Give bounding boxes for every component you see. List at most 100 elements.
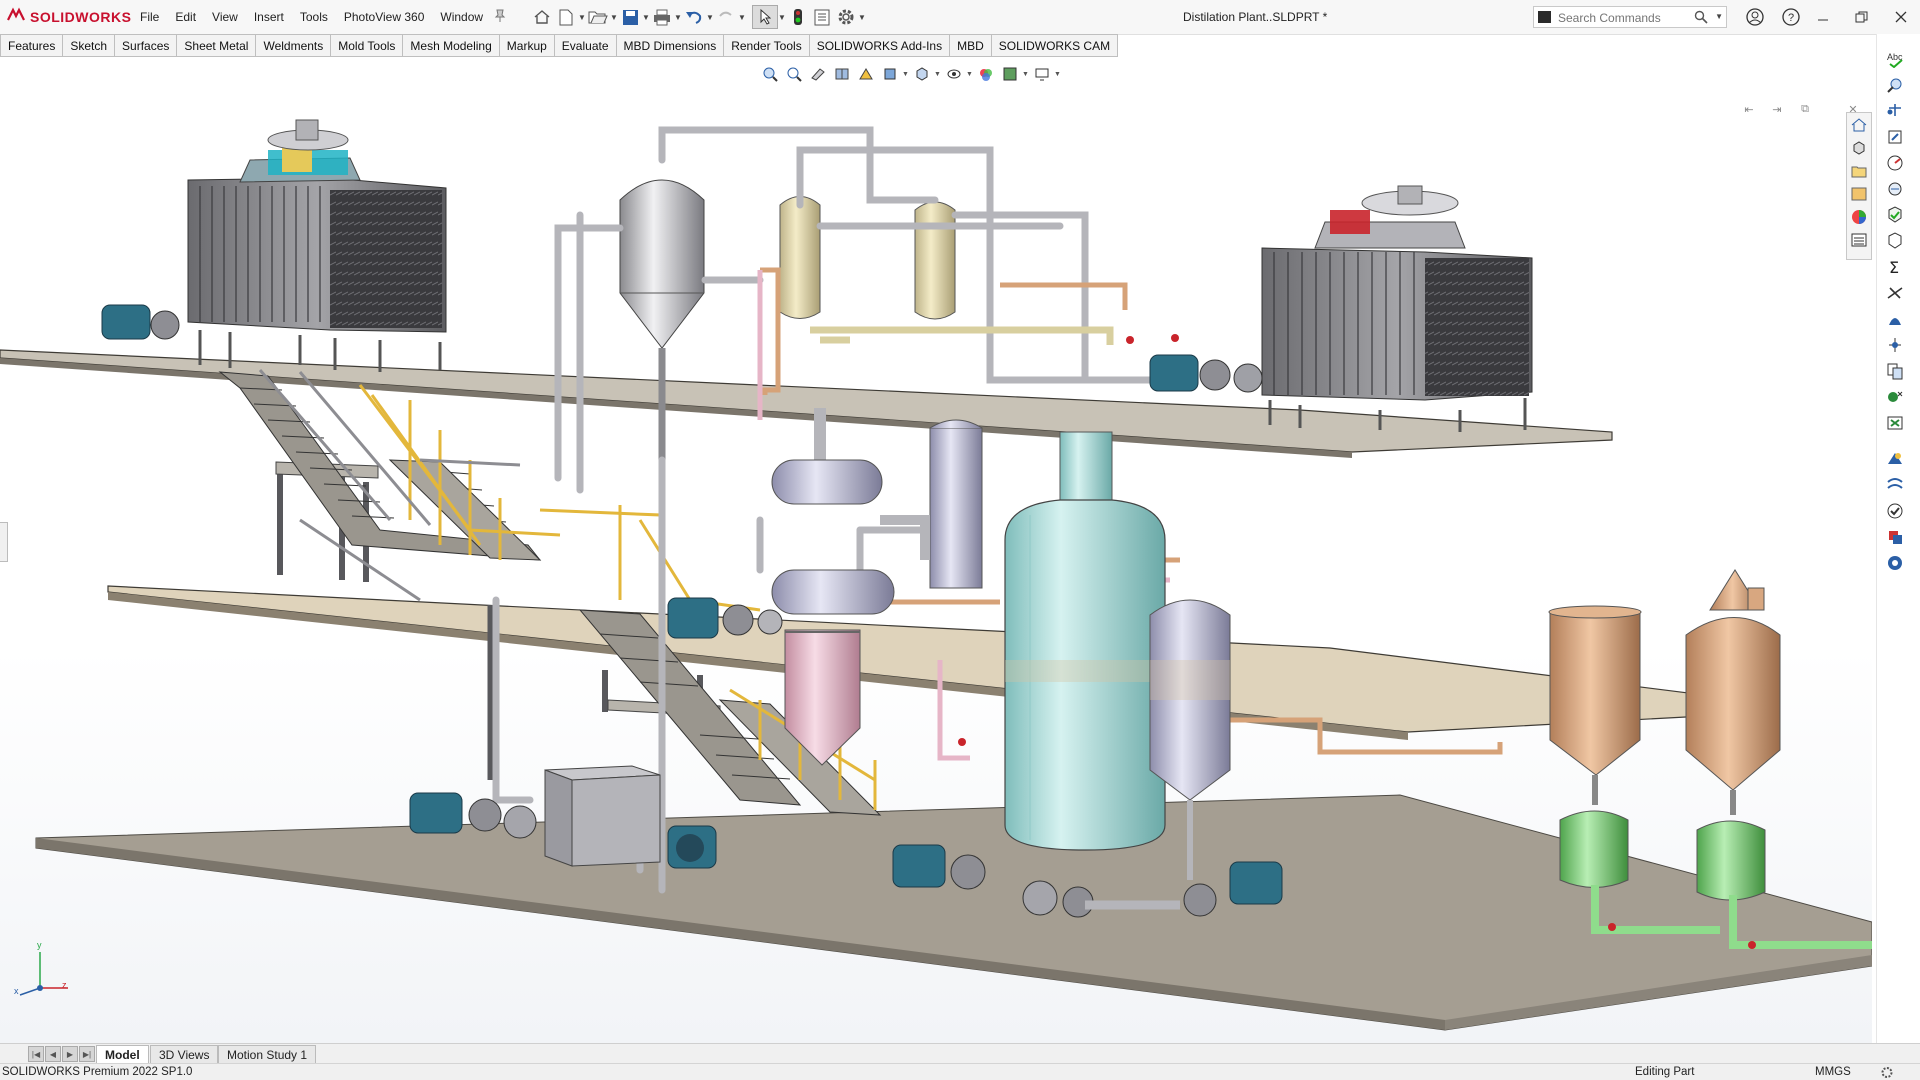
tab-sketch[interactable]: Sketch (63, 34, 116, 57)
view-orientation-icon[interactable] (878, 63, 902, 85)
dynamic-annotation-icon[interactable] (854, 63, 878, 85)
help-icon[interactable]: ? (1780, 7, 1802, 27)
tab-3d-views[interactable]: 3D Views (150, 1045, 219, 1064)
previous-tab-icon[interactable]: ◀ (45, 1046, 61, 1062)
compare-documents-icon[interactable] (1883, 360, 1907, 382)
tab-weldments[interactable]: Weldments (256, 34, 332, 57)
tab-mbd[interactable]: MBD (950, 34, 992, 57)
file-properties-icon[interactable] (810, 6, 834, 28)
design-checker-icon[interactable] (1883, 386, 1907, 408)
3d-view-icon[interactable] (1849, 138, 1869, 158)
traffic-light-icon[interactable] (786, 6, 810, 28)
tab-markup[interactable]: Markup (499, 34, 555, 57)
menu-edit[interactable]: Edit (175, 10, 196, 24)
chevron-down-icon[interactable]: ▼ (1054, 71, 1062, 78)
menu-file[interactable]: File (140, 10, 159, 24)
costing-icon[interactable] (1883, 412, 1907, 434)
draft-analysis-icon[interactable] (1883, 308, 1907, 330)
tab-mesh-modeling[interactable]: Mesh Modeling (403, 34, 500, 57)
chevron-down-icon[interactable]: ▼ (706, 6, 714, 28)
print-icon[interactable] (650, 6, 674, 28)
last-tab-icon[interactable]: ▶| (79, 1046, 95, 1062)
section-view-icon[interactable] (830, 63, 854, 85)
home-icon[interactable] (530, 6, 554, 28)
tab-evaluate[interactable]: Evaluate (554, 34, 617, 57)
menu-window[interactable]: Window (440, 10, 483, 24)
chevron-down-icon[interactable]: ▼ (934, 71, 942, 78)
feature-manager-handle[interactable] (0, 522, 8, 562)
zoom-area-icon[interactable] (782, 63, 806, 85)
plastics-icon[interactable] (1883, 552, 1907, 574)
spell-check-icon[interactable]: Abc (1883, 48, 1907, 70)
mass-properties-icon[interactable] (1883, 100, 1907, 122)
customize-status-icon[interactable] (1880, 1066, 1894, 1080)
validation-check-icon[interactable] (1883, 500, 1907, 522)
menu-view[interactable]: View (212, 10, 238, 24)
chevron-down-icon[interactable]: ▼ (1715, 12, 1723, 21)
pin-menu-icon[interactable] (494, 9, 506, 23)
user-icon[interactable] (1744, 7, 1766, 27)
graphics-area[interactable]: y z x ⇤ ⇥ ⧉ ✕ (0, 58, 1872, 1043)
measure-icon[interactable] (1883, 74, 1907, 96)
select-icon[interactable] (752, 5, 778, 29)
first-tab-icon[interactable]: |◀ (28, 1046, 44, 1062)
hide-show-items-icon[interactable] (942, 63, 966, 85)
chevron-down-icon[interactable]: ▼ (902, 71, 910, 78)
apply-scene-icon[interactable] (998, 63, 1022, 85)
next-tab-icon[interactable]: ▶ (62, 1046, 78, 1062)
symmetry-check-icon[interactable] (1883, 334, 1907, 356)
tab-motion-study-1[interactable]: Motion Study 1 (218, 1045, 317, 1064)
sensor-icon[interactable] (1883, 152, 1907, 174)
previous-view-icon[interactable] (806, 63, 830, 85)
flow-simulation-icon[interactable] (1883, 474, 1907, 496)
menu-photoview[interactable]: PhotoView 360 (344, 10, 425, 24)
tab-mbd-dimensions[interactable]: MBD Dimensions (616, 34, 725, 57)
redo-icon[interactable] (714, 6, 738, 28)
chevron-down-icon[interactable]: ▼ (610, 6, 618, 28)
new-document-icon[interactable] (554, 6, 578, 28)
tab-mold-tools[interactable]: Mold Tools (331, 34, 404, 57)
appearances-icon[interactable] (1849, 207, 1869, 227)
search-icon[interactable] (1694, 10, 1708, 27)
zoom-to-fit-icon[interactable] (758, 63, 782, 85)
open-icon[interactable] (586, 6, 610, 28)
equations-sigma-icon[interactable]: Σ (1883, 256, 1907, 278)
viewport-restore-icon[interactable]: ⧉ (1796, 100, 1814, 118)
home-view-icon[interactable] (1849, 115, 1869, 135)
chevron-down-icon[interactable]: ▼ (966, 71, 974, 78)
file-explorer-icon[interactable] (1849, 161, 1869, 181)
tab-scroll-arrows[interactable]: |◀ ◀ ▶ ▶| (28, 1046, 96, 1062)
chevron-down-icon[interactable]: ▼ (858, 6, 866, 28)
view-palette-icon[interactable] (1849, 184, 1869, 204)
viewport-collapse-icon[interactable]: ⇥ (1768, 100, 1786, 118)
tab-render-tools[interactable]: Render Tools (724, 34, 810, 57)
solidworks-logo[interactable]: SOLIDWORKS (6, 7, 131, 26)
tab-sheet-metal[interactable]: Sheet Metal (177, 34, 257, 57)
view-settings-icon[interactable] (1030, 63, 1054, 85)
edit-appearance-icon[interactable] (974, 63, 998, 85)
tab-model[interactable]: Model (96, 1045, 149, 1064)
undo-icon[interactable] (682, 6, 706, 28)
minimize-icon[interactable] (1812, 7, 1834, 27)
appearance-red-icon[interactable] (1883, 526, 1907, 548)
restore-icon[interactable] (1850, 7, 1872, 27)
chevron-down-icon[interactable]: ▼ (674, 6, 682, 28)
tab-surfaces[interactable]: Surfaces (115, 34, 178, 57)
statistics-icon[interactable] (1883, 178, 1907, 200)
chevron-down-icon[interactable]: ▼ (642, 6, 650, 28)
section-properties-icon[interactable] (1883, 126, 1907, 148)
options-gear-icon[interactable] (834, 6, 858, 28)
custom-properties-icon[interactable] (1849, 230, 1869, 250)
search-input[interactable] (1556, 9, 1700, 27)
menu-insert[interactable]: Insert (254, 10, 284, 24)
simulation-xpress-icon[interactable] (1883, 448, 1907, 470)
menu-tools[interactable]: Tools (300, 10, 328, 24)
tab-solidworks-add-ins[interactable]: SOLIDWORKS Add-Ins (809, 34, 951, 57)
check-icon[interactable] (1883, 204, 1907, 226)
tab-solidworks-cam[interactable]: SOLIDWORKS CAM (991, 34, 1119, 57)
unit-system[interactable]: MMGS (1815, 1066, 1851, 1078)
display-style-icon[interactable] (910, 63, 934, 85)
chevron-down-icon[interactable]: ▼ (738, 6, 746, 28)
tab-features[interactable]: Features (0, 34, 64, 57)
save-icon[interactable] (618, 6, 642, 28)
